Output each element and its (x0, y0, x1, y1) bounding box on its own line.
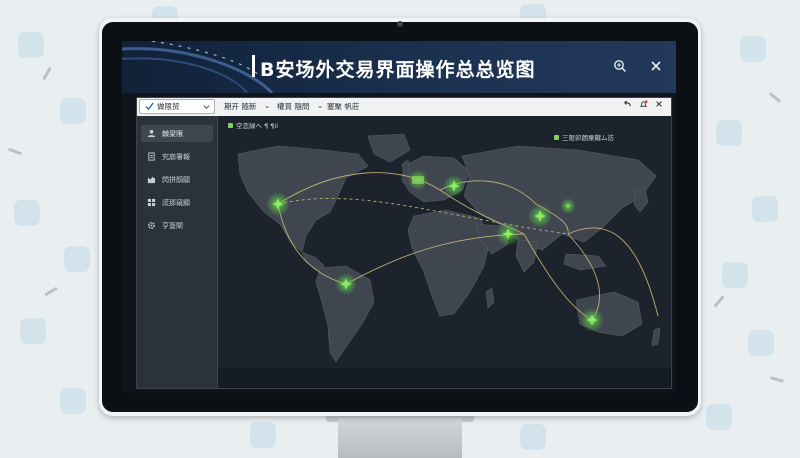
sidebar-item-label: 棘梁限 (162, 129, 183, 138)
menu-item-2-chevron[interactable]: ⌄ (317, 101, 323, 110)
map-label-right-text: 三限卯朗粟鞬ム彷 (562, 134, 614, 142)
menu-item-1-chevron[interactable]: ⌄ (264, 101, 270, 110)
sidebar-item-label: 謊那窺顯 (162, 198, 190, 207)
gear-icon (148, 222, 155, 229)
hub-north-america (266, 192, 290, 216)
user-icon (147, 129, 156, 138)
window-title: B安场外交易界面操作总总览图 (260, 59, 536, 81)
hub-south-asia (528, 204, 552, 228)
sidebar-item-3[interactable]: 閃拼顏願 (141, 171, 213, 188)
menu-item-1[interactable]: 期开 随新 (224, 101, 256, 112)
map-label-left-text: 空恋緑へ ¶ ¶ii (236, 122, 279, 130)
view-selector[interactable]: 做限贸 (139, 99, 215, 114)
camera-icon (397, 21, 403, 27)
close-icon[interactable] (646, 56, 666, 76)
hub-western-europe (408, 170, 428, 190)
map-label-left: 空恋緑へ ¶ ¶ii (228, 120, 278, 130)
sidebar-item-label: 究崩署報 (162, 152, 190, 161)
hub-east-asia (560, 198, 576, 214)
hub-south-america (335, 273, 357, 295)
title-accent-bar (252, 55, 255, 77)
flag-icon (554, 134, 559, 140)
close-icon[interactable] (655, 100, 663, 111)
menu-item-3[interactable]: 塞聚 帆莊 (327, 101, 359, 112)
app-window: 做限贸 期开 随新 ⌄ 權買 隨問 ⌄ 塞聚 帆莊 棘梁限 究崩署報 閃拼顏願 … (136, 97, 672, 389)
monitor-stand (338, 418, 462, 458)
world-map[interactable]: 空恋緑へ ¶ ¶ii 三限卯朗粟鞬ム彷 (218, 116, 671, 388)
hub-eastern-europe (443, 175, 465, 197)
zoom-icon[interactable] (610, 56, 630, 76)
document-icon (148, 152, 155, 161)
back-icon[interactable] (623, 100, 632, 112)
hub-middle-east (496, 222, 520, 246)
sidebar: 棘梁限 究崩署報 閃拼顏願 謊那窺顯 亨簽閘 (137, 116, 218, 388)
map-label-right: 三限卯朗粟鞬ム彷 (554, 132, 614, 142)
sidebar-item-label: 亨簽閘 (162, 221, 183, 230)
sidebar-item-2[interactable]: 究崩署報 (141, 148, 213, 165)
view-selector-label: 做限贸 (157, 102, 180, 111)
check-icon (145, 102, 154, 111)
world-map-canvas (237, 133, 661, 363)
chevron-down-icon[interactable] (518, 56, 530, 72)
map-footer-bar (218, 368, 671, 388)
app-toolbar: 做限贸 期开 随新 ⌄ 權買 隨問 ⌄ 塞聚 帆莊 (137, 98, 671, 116)
sidebar-item-label: 閃拼顏願 (162, 175, 190, 184)
sidebar-item-4[interactable]: 謊那窺顯 (141, 194, 213, 211)
sidebar-item-1[interactable]: 棘梁限 (141, 125, 213, 142)
grid-icon (147, 198, 156, 207)
hub-australia (580, 308, 604, 332)
sidebar-item-5[interactable]: 亨簽閘 (141, 217, 213, 234)
chart-icon (147, 176, 156, 184)
title-bar: B安场外交易界面操作总总览图 (122, 41, 676, 93)
menu-item-2[interactable]: 權買 隨問 (277, 101, 309, 112)
chevron-down-icon (203, 105, 210, 109)
screen: B安场外交易界面操作总总览图 做限贸 期开 随新 ⌄ 權買 隨問 ⌄ 塞聚 帆莊 (122, 41, 676, 393)
flag-icon (228, 122, 233, 128)
bell-icon[interactable] (639, 100, 648, 112)
